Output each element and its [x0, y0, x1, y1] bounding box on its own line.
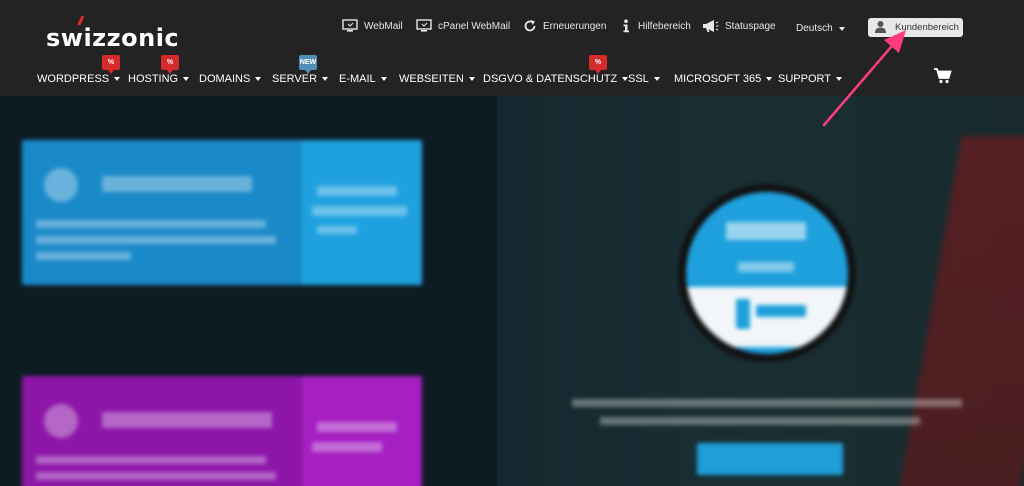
nav-item-ssl[interactable]: SSL: [628, 73, 660, 85]
toplink-label: Statuspage: [725, 20, 776, 32]
blurred-hero-area: [0, 96, 1024, 486]
chevron-down-icon: [114, 77, 121, 81]
language-selector[interactable]: Deutsch: [796, 23, 845, 34]
card-price-line: [312, 442, 382, 452]
chevron-down-icon: [322, 77, 329, 81]
nav-item-microsoft-365[interactable]: MICROSOFT 365: [674, 73, 773, 85]
discount-badge-wordpress: %: [102, 55, 120, 74]
chevron-down-icon: [835, 77, 842, 81]
monitor-icon: [416, 19, 432, 33]
discount-badge-dsgvo: %: [589, 55, 607, 74]
hero-text-line: [600, 417, 920, 425]
promo-badge-digit: [736, 299, 750, 329]
nav-item-dsgvo[interactable]: DSGVO & DATENSCHUTZ: [483, 73, 629, 85]
swiss-flag-image: [898, 136, 1024, 486]
nav-label: HOSTING: [128, 73, 179, 85]
nav-item-hosting[interactable]: HOSTING: [128, 73, 190, 85]
monitor-icon: [342, 19, 358, 33]
user-icon: [874, 20, 887, 36]
card-price-line: [317, 186, 397, 196]
info-icon: [620, 19, 632, 33]
kundenbereich-button[interactable]: Kundenbereich: [868, 18, 963, 37]
card-price-line: [317, 422, 397, 432]
toplink-hilfebereich[interactable]: Hilfebereich: [620, 19, 691, 33]
promo-badge-text: [726, 222, 806, 240]
nav-item-server[interactable]: SERVER: [272, 73, 329, 85]
promo-badge-digit: [756, 305, 806, 317]
nav-label: SUPPORT: [778, 73, 831, 85]
chevron-down-icon: [468, 77, 475, 81]
promo-badge-text: [738, 262, 794, 272]
cart-icon: [934, 68, 952, 88]
nav-label: E-MAIL: [339, 73, 376, 85]
nav-item-wordpress[interactable]: WORDPRESS: [37, 73, 121, 85]
toplink-label: cPanel WebMail: [438, 20, 511, 32]
nav-item-webseiten[interactable]: WEBSEITEN: [399, 73, 475, 85]
promo-badge-inner: [686, 192, 848, 354]
hero-text-line: [572, 399, 962, 407]
nav-label: WORDPRESS: [37, 73, 110, 85]
discount-badge-hosting: %: [161, 55, 179, 74]
card-title: [102, 412, 272, 428]
card-text-line: [36, 220, 266, 228]
card-text-line: [36, 472, 276, 480]
refresh-icon: [523, 19, 537, 33]
new-badge-server: NEW: [299, 55, 317, 74]
toplink-statuspage[interactable]: Statuspage: [701, 19, 776, 33]
chevron-down-icon: [255, 77, 262, 81]
toplink-label: Erneuerungen: [543, 20, 607, 32]
nav-item-email[interactable]: E-MAIL: [339, 73, 387, 85]
chevron-down-icon: [838, 26, 845, 31]
card-icon: [44, 404, 78, 438]
nav-label: SERVER: [272, 73, 318, 85]
card-text-line: [36, 236, 276, 244]
product-card-hosting[interactable]: [22, 376, 422, 486]
toplink-cpanel-webmail[interactable]: cPanel WebMail: [416, 19, 510, 33]
toplink-label: Hilfebereich: [638, 20, 691, 32]
language-label: Deutsch: [796, 23, 833, 34]
product-card-wordpress[interactable]: [22, 140, 422, 285]
card-title: [102, 176, 252, 192]
nav-item-support[interactable]: SUPPORT: [778, 73, 842, 85]
nav-label: SSL: [628, 73, 649, 85]
chevron-down-icon: [183, 77, 190, 81]
chevron-down-icon: [653, 77, 660, 81]
toplink-label: WebMail: [364, 20, 403, 32]
card-icon: [44, 168, 78, 202]
cart-button[interactable]: [934, 68, 952, 89]
card-price-line: [312, 206, 407, 216]
site-header: swizzonic WebMail cPanel WebMail Erneuer…: [0, 0, 1024, 96]
hero-cta-button[interactable]: [697, 443, 843, 475]
nav-label: DOMAINS: [199, 73, 251, 85]
card-price-line: [317, 226, 357, 234]
nav-label: MICROSOFT 365: [674, 73, 762, 85]
nav-item-domains[interactable]: DOMAINS: [199, 73, 262, 85]
toplink-webmail[interactable]: WebMail: [342, 19, 403, 33]
card-text-line: [36, 252, 131, 260]
megaphone-icon: [701, 19, 719, 33]
chevron-down-icon: [766, 77, 773, 81]
promo-badge-circle: [678, 184, 856, 362]
nav-label: DSGVO & DATENSCHUTZ: [483, 73, 618, 85]
kundenbereich-label: Kundenbereich: [895, 22, 959, 33]
promo-badge-white-band: [686, 287, 848, 347]
main-navigation: WORDPRESS HOSTING DOMAINS SERVER E-MAIL …: [0, 73, 1024, 89]
card-text-line: [36, 456, 266, 464]
nav-label: WEBSEITEN: [399, 73, 464, 85]
toplink-erneuerungen[interactable]: Erneuerungen: [523, 19, 606, 33]
chevron-down-icon: [380, 77, 387, 81]
